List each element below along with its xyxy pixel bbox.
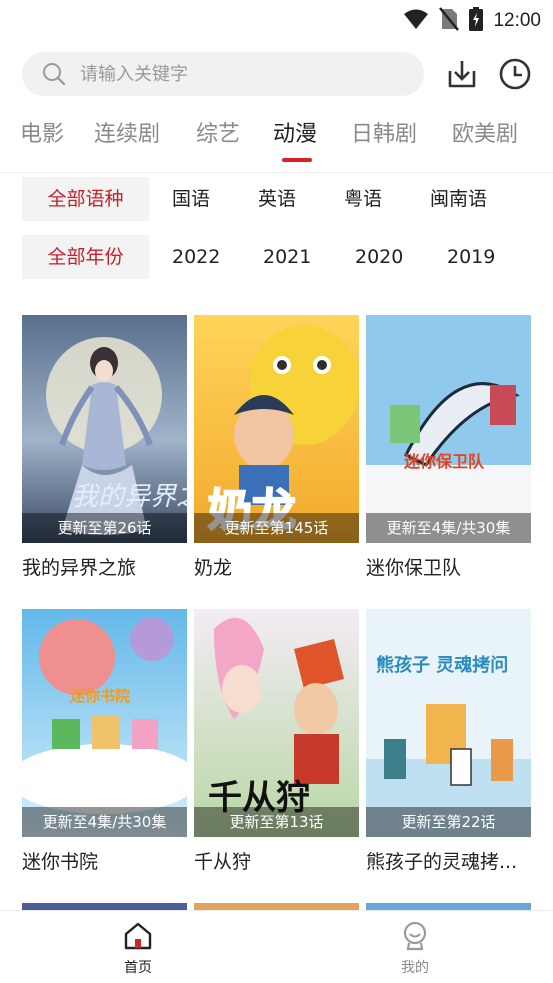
nav-profile[interactable]: 我的 xyxy=(355,911,475,983)
tab-jk-drama[interactable]: 日韩剧 xyxy=(351,116,417,148)
search-input[interactable] xyxy=(80,52,410,96)
poster-image[interactable]: 我的异界之旅 更新至第26话 xyxy=(22,315,187,543)
search-row xyxy=(22,52,537,96)
filter-language-all[interactable]: 全部语种 xyxy=(22,177,149,221)
card-title[interactable]: 奶龙 xyxy=(194,553,359,580)
poster-image[interactable]: 奶龙 更新至第145话 xyxy=(194,315,359,543)
tab-western-drama[interactable]: 欧美剧 xyxy=(452,116,518,148)
year-filter-row: 全部年份 2022 2021 2020 2019 xyxy=(0,235,553,279)
home-icon xyxy=(123,921,153,951)
filter-language-minnan[interactable]: 闽南语 xyxy=(430,177,487,221)
episode-caption: 更新至4集/共30集 xyxy=(366,513,531,543)
filter-year-all[interactable]: 全部年份 xyxy=(22,235,149,279)
poster-title-text: 熊孩子 灵魂拷问 xyxy=(376,654,508,676)
filter-year-2022[interactable]: 2022 xyxy=(172,235,220,279)
wifi-icon xyxy=(403,8,429,34)
filter-language-english[interactable]: 英语 xyxy=(258,177,296,221)
tab-movie[interactable]: 电影 xyxy=(20,116,64,148)
download-icon[interactable] xyxy=(445,57,479,91)
nav-home[interactable]: 首页 xyxy=(78,911,198,983)
card-title[interactable]: 我的异界之旅 xyxy=(22,553,187,580)
poster-image[interactable]: 熊孩子 灵魂拷问 更新至第22话 xyxy=(366,609,531,837)
no-sim-icon xyxy=(439,7,460,35)
nav-profile-label: 我的 xyxy=(401,960,429,976)
category-tabs: 电影 连续剧 综艺 动漫 日韩剧 欧美剧 xyxy=(0,116,553,164)
episode-caption: 更新至4集/共30集 xyxy=(22,807,187,837)
bottom-nav: 首页 我的 xyxy=(0,910,553,983)
poster-title-text: 迷你书院 xyxy=(69,687,130,705)
filter-year-2020[interactable]: 2020 xyxy=(355,235,403,279)
nav-home-label: 首页 xyxy=(124,960,152,976)
episode-caption: 更新至第22话 xyxy=(366,807,531,837)
card-title[interactable]: 熊孩子的灵魂拷... xyxy=(366,847,531,874)
card-title[interactable]: 迷你保卫队 xyxy=(366,553,531,580)
status-time: 12:00 xyxy=(493,10,541,31)
filter-year-2021[interactable]: 2021 xyxy=(263,235,311,279)
filter-year-2019[interactable]: 2019 xyxy=(447,235,495,279)
card-title[interactable]: 迷你书院 xyxy=(22,847,187,874)
episode-caption: 更新至第26话 xyxy=(22,513,187,543)
battery-icon xyxy=(469,7,484,35)
profile-icon xyxy=(400,921,430,951)
episode-caption: 更新至第145话 xyxy=(194,513,359,543)
divider xyxy=(0,172,553,173)
filter-language-mandarin[interactable]: 国语 xyxy=(172,177,210,221)
filter-language-cantonese[interactable]: 粤语 xyxy=(344,177,382,221)
search-icon xyxy=(42,62,66,90)
status-bar: 12:00 xyxy=(0,0,553,40)
history-icon[interactable] xyxy=(498,57,532,91)
tab-series[interactable]: 连续剧 xyxy=(94,116,160,148)
episode-caption: 更新至第13话 xyxy=(194,807,359,837)
tab-variety[interactable]: 综艺 xyxy=(196,116,240,148)
search-box[interactable] xyxy=(22,52,424,96)
poster-title-text: 我的异界之旅 xyxy=(72,482,187,512)
language-filter-row: 全部语种 国语 英语 粤语 闽南语 xyxy=(0,177,553,221)
card-title[interactable]: 千从狩 xyxy=(194,847,359,874)
active-tab-indicator xyxy=(282,158,312,162)
poster-image[interactable]: 迷你书院 更新至4集/共30集 xyxy=(22,609,187,837)
tab-anime[interactable]: 动漫 xyxy=(273,116,317,148)
poster-image[interactable]: 迷你保卫队 更新至4集/共30集 xyxy=(366,315,531,543)
poster-title-text: 迷你保卫队 xyxy=(403,452,485,471)
poster-image[interactable]: 千从狩 更新至第13话 xyxy=(194,609,359,837)
